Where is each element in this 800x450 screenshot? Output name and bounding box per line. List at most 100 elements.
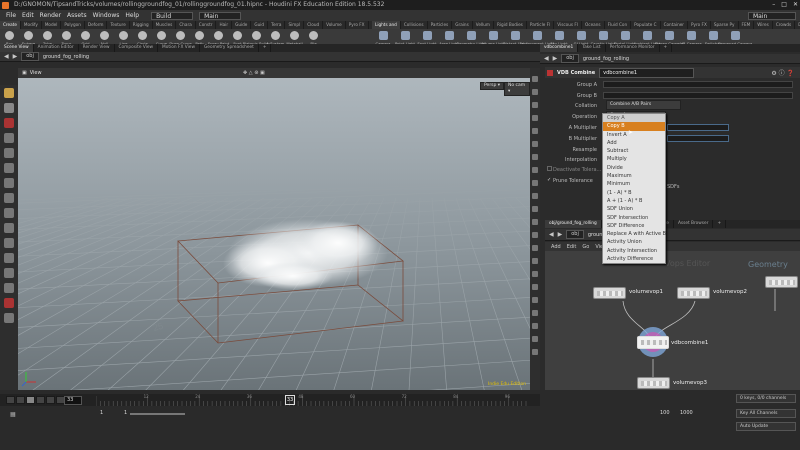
shelf-tab-hair[interactable]: Hair bbox=[216, 21, 233, 29]
handle-tool-icon[interactable] bbox=[4, 148, 14, 158]
display-tool-icon[interactable] bbox=[4, 313, 14, 323]
shelf-tab-sparse-py[interactable]: Sparse Py bbox=[711, 21, 739, 29]
operation-option-activity-difference[interactable]: Activity Difference bbox=[603, 255, 665, 263]
shelf-tab-guide[interactable]: Guide bbox=[232, 21, 252, 29]
shelf-tab-create[interactable]: Create bbox=[0, 21, 21, 29]
forward-icon[interactable]: ▶ bbox=[13, 53, 18, 60]
operation-option-copy-a[interactable]: Copy A bbox=[603, 114, 665, 123]
shelf-tab-simpl[interactable]: Simpl bbox=[285, 21, 305, 29]
operation-option-copy-b[interactable]: Copy B bbox=[603, 122, 665, 131]
shelf-tab-modify[interactable]: Modify bbox=[21, 21, 42, 29]
operation-option-multiply[interactable]: Multiply bbox=[603, 155, 665, 163]
param-forward-icon[interactable]: ▶ bbox=[553, 55, 558, 62]
minimize-icon[interactable]: – bbox=[772, 0, 775, 10]
a-multiplier-slider[interactable] bbox=[667, 124, 729, 131]
net-path-obj[interactable]: obj bbox=[566, 230, 584, 239]
menu-windows[interactable]: Windows bbox=[93, 12, 120, 19]
menu-file[interactable]: File bbox=[6, 12, 16, 19]
view-tool-icon[interactable] bbox=[4, 193, 14, 203]
shelf-tab-grains[interactable]: Grains bbox=[452, 21, 473, 29]
select-tool-icon[interactable] bbox=[4, 88, 14, 98]
operation-option-activity-union[interactable]: Activity Union bbox=[603, 238, 665, 246]
param-path-obj[interactable]: obj bbox=[561, 54, 579, 63]
camera-tool-icon[interactable] bbox=[4, 238, 14, 248]
shelf-tab-polygon[interactable]: Polygon bbox=[61, 21, 85, 29]
viewport-tools-icons[interactable]: ✥ △ ⊛ ▣ bbox=[243, 70, 265, 76]
shelf-tab-rigging[interactable]: Rigging bbox=[130, 21, 153, 29]
path-node[interactable]: ground_fog_rolling bbox=[43, 54, 89, 60]
volumevop1-node[interactable] bbox=[593, 287, 626, 299]
snap-tool-icon[interactable] bbox=[4, 208, 14, 218]
scale-tool-icon[interactable] bbox=[4, 133, 14, 143]
shelf-tab-constr[interactable]: Constr bbox=[196, 21, 217, 29]
operation-option-subtract[interactable]: Subtract bbox=[603, 147, 665, 155]
magnet-tool-icon[interactable] bbox=[4, 223, 14, 233]
menu-render[interactable]: Render bbox=[40, 12, 61, 19]
pane-tab-select[interactable]: Main bbox=[199, 11, 242, 20]
play-icon[interactable] bbox=[36, 396, 45, 404]
param-tab-plus[interactable]: + bbox=[660, 44, 673, 52]
render-tool-icon[interactable] bbox=[4, 253, 14, 263]
shelf-tab-container[interactable]: Container bbox=[661, 21, 689, 29]
shelf-tab-drive-sim[interactable]: Drive Sim bbox=[795, 21, 800, 29]
collation-dropdown[interactable]: Combine A/B Pairs bbox=[606, 100, 681, 110]
operation-option-a-1-a-b[interactable]: A + (1 - A) * B bbox=[603, 197, 665, 205]
operation-option-invert-a[interactable]: Invert A bbox=[603, 131, 665, 139]
scene-viewport[interactable]: 25 Persp ▾ No cam ▾ Indie Edu Edition bbox=[18, 78, 530, 390]
operation-option-divide[interactable]: Divide bbox=[603, 164, 665, 172]
operation-option-sdf-union[interactable]: SDF Union bbox=[603, 205, 665, 213]
close-icon[interactable]: ✕ bbox=[793, 0, 798, 10]
shelf-tab-fluid-con[interactable]: Fluid Con bbox=[605, 21, 632, 29]
move-tool-icon[interactable] bbox=[4, 103, 14, 113]
timeline-ruler[interactable] bbox=[96, 394, 536, 406]
operation-option-add[interactable]: Add bbox=[603, 139, 665, 147]
record-tool-icon[interactable] bbox=[4, 298, 14, 308]
pane-tab-plus[interactable]: + bbox=[259, 44, 272, 52]
volumevop2-node[interactable] bbox=[677, 287, 710, 299]
operation-option-1-a-b[interactable]: (1 - A) * B bbox=[603, 189, 665, 197]
shelf-tab-wires[interactable]: Wires bbox=[754, 21, 773, 29]
net-forward-icon[interactable]: ▶ bbox=[558, 231, 563, 238]
maximize-icon[interactable]: □ bbox=[781, 0, 787, 10]
shelf-tab-cloud[interactable]: Cloud bbox=[304, 21, 324, 29]
camera-dropdown[interactable]: No cam ▾ bbox=[504, 82, 530, 96]
param-header-icons[interactable]: ⚙ ⓘ ❓ bbox=[771, 68, 794, 77]
key-all-dropdown[interactable]: Key All Channels bbox=[736, 409, 796, 418]
rotate-tool-icon[interactable] bbox=[4, 118, 14, 128]
end-frame-label[interactable]: 100 bbox=[660, 410, 670, 416]
node-name-field[interactable]: vdbcombine1 bbox=[599, 67, 695, 78]
light-tool-icon[interactable] bbox=[4, 268, 14, 278]
step-back-icon[interactable] bbox=[16, 396, 25, 404]
geometry-node[interactable] bbox=[765, 276, 798, 288]
path-obj[interactable]: obj bbox=[21, 52, 39, 61]
shelf-tab-deform[interactable]: Deform bbox=[85, 21, 108, 29]
menu-edit[interactable]: Edit bbox=[22, 12, 34, 19]
shelf-tab-terra[interactable]: Terra bbox=[268, 21, 286, 29]
vdbcombine1-node[interactable] bbox=[637, 336, 669, 349]
operation-option-sdf-difference[interactable]: SDF Difference bbox=[603, 222, 665, 230]
range-slider[interactable] bbox=[130, 413, 185, 415]
network-editor[interactable]: Vops Editor Geometry volumevop1 volumevo… bbox=[545, 251, 800, 390]
range-icon[interactable]: ▦ bbox=[10, 411, 16, 418]
net-menu-add[interactable]: Add bbox=[551, 244, 561, 250]
shelf-tab-texture[interactable]: Texture bbox=[107, 21, 130, 29]
current-frame-field[interactable]: 33 bbox=[64, 396, 82, 405]
param-tab-performance-monitor[interactable]: Performance Monitor bbox=[606, 44, 660, 52]
param-tab-vdbcombine1[interactable]: vdbcombine1 bbox=[540, 44, 579, 52]
pane-tab-composite-view[interactable]: Composite View bbox=[115, 44, 159, 52]
shelf-tab-viscous-fl[interactable]: Viscous Fl bbox=[554, 21, 582, 29]
end-frame-field[interactable]: 1000 bbox=[680, 410, 693, 416]
timeline-cursor[interactable]: 33 bbox=[285, 395, 295, 405]
net-back-icon[interactable]: ◀ bbox=[549, 231, 554, 238]
b-multiplier-slider[interactable] bbox=[667, 135, 729, 142]
operation-option-activity-intersection[interactable]: Activity Intersection bbox=[603, 247, 665, 255]
deactivate-checkbox[interactable] bbox=[547, 166, 552, 171]
shelf-tab-crowds[interactable]: Crowds bbox=[773, 21, 796, 29]
jump-start-icon[interactable] bbox=[6, 396, 15, 404]
operation-option-maximum[interactable]: Maximum bbox=[603, 172, 665, 180]
param-path-node[interactable]: ground_fog_rolling bbox=[583, 56, 629, 62]
desktop-select[interactable]: Build bbox=[151, 11, 194, 20]
net-tab-obj-ground-fog-rolling[interactable]: obj/ground_fog_rolling bbox=[545, 220, 602, 228]
back-icon[interactable]: ◀ bbox=[4, 53, 9, 60]
param-back-icon[interactable]: ◀ bbox=[544, 55, 549, 62]
